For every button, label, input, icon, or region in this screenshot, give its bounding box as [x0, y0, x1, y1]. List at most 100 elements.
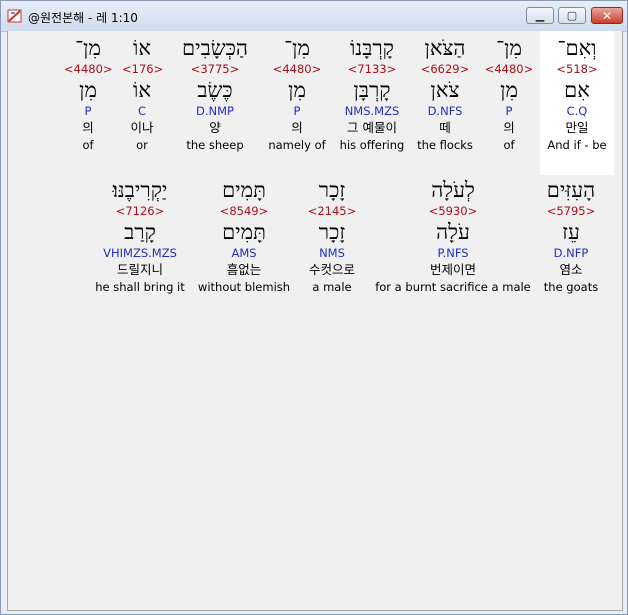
english-gloss: of	[503, 138, 515, 152]
word-column[interactable]: מִן־ <4480> מִן P 의 namely of	[264, 35, 330, 153]
word-column[interactable]: תָּמִים <8549> תָּמִים AMS 흠없는 without b…	[194, 177, 294, 295]
strong-number[interactable]: <176>	[122, 61, 163, 77]
english-gloss: namely of	[268, 138, 326, 152]
word-column[interactable]: זָכָר <2145> זָכָר NMS 수컷으로 a male	[300, 177, 364, 295]
word-column[interactable]: וְאִם־ <518> אִם C.Q 만일 And if - be	[540, 31, 614, 175]
morphology-code: P	[505, 104, 513, 118]
hebrew-word: אוֹ	[133, 36, 151, 60]
window-title: @원전본해 - 레 1:10	[28, 11, 138, 25]
lemma: קָרַב	[124, 220, 156, 244]
korean-gloss: 이나	[130, 120, 154, 135]
close-button[interactable]: ✕	[591, 7, 623, 24]
hebrew-word: קָרְבָּנוֹ	[350, 36, 394, 60]
english-gloss: a male	[312, 280, 352, 294]
maximize-button[interactable]: ▢	[558, 7, 586, 24]
word-column[interactable]: הָעִזִּים <5795> עֵז D.NFP 염소 the goats	[536, 177, 606, 295]
minimize-button[interactable]: ▁	[526, 7, 554, 24]
korean-gloss: 수컷으로	[308, 262, 355, 277]
morphology-code: C	[137, 104, 147, 118]
word-column[interactable]: הַכְּשָׂבִים <3775> כֶּשֶׂב D.NMP 양 the …	[176, 35, 254, 153]
english-gloss: his offering	[339, 138, 405, 152]
lemma: תָּמִים	[222, 220, 266, 244]
morphology-code: C.Q	[566, 104, 588, 118]
hebrew-word: תָּמִים	[222, 178, 266, 202]
lemma: מִן	[288, 78, 306, 102]
interlinear-view[interactable]: וְאִם־ <518> אִם C.Q 만일 And if - be מִן־…	[7, 31, 623, 611]
app-logo-icon	[7, 9, 22, 23]
strong-number[interactable]: <7133>	[334, 61, 410, 77]
strong-number[interactable]: <4480>	[482, 61, 536, 77]
english-gloss: without blemish	[197, 280, 291, 294]
korean-gloss: 떼	[439, 120, 451, 135]
strong-number[interactable]: <8549>	[194, 203, 294, 219]
app-window: @원전본해 - 레 1:10 ▁ ▢ ✕ וְאִם־ <518> אִם C.…	[0, 0, 628, 615]
morphology-code: D.NFP	[553, 246, 589, 260]
strong-number[interactable]: <5930>	[372, 203, 534, 219]
korean-gloss: 염소	[559, 262, 583, 277]
korean-gloss: 그 예물이	[347, 120, 397, 135]
hebrew-word: הָעִזִּים	[546, 178, 596, 202]
hebrew-word: וְאִם־	[557, 36, 597, 60]
title-bar[interactable]: @원전본해 - 레 1:10 ▁ ▢ ✕	[1, 1, 627, 32]
strong-number[interactable]: <5795>	[536, 203, 606, 219]
korean-gloss: 의	[82, 120, 94, 135]
strong-number[interactable]: <4480>	[64, 61, 113, 77]
korean-gloss: 만일	[565, 120, 589, 135]
english-gloss: he shall bring it	[95, 280, 185, 294]
morphology-code: NMS.MZS	[344, 104, 400, 118]
strong-number[interactable]: <6629>	[410, 61, 480, 77]
strong-number[interactable]: <2145>	[300, 203, 364, 219]
strong-number[interactable]: <7126>	[92, 203, 188, 219]
lemma: אִם	[564, 78, 590, 102]
korean-gloss: 양	[209, 120, 221, 135]
lemma: קָרְבָּן	[353, 78, 391, 102]
morphology-code: D.NFS	[427, 104, 463, 118]
english-gloss: of	[82, 138, 94, 152]
hebrew-word: זָכָר	[318, 178, 346, 202]
close-icon: ✕	[601, 8, 613, 23]
korean-gloss: 드릴지니	[116, 262, 163, 277]
strong-number[interactable]: <4480>	[264, 61, 330, 77]
lemma: כֶּשֶׂב	[197, 78, 233, 102]
lemma: זָכָר	[318, 220, 346, 244]
english-gloss: or	[136, 138, 148, 152]
hebrew-word: לְעֹלָה	[431, 178, 475, 202]
morphology-code: D.NMP	[196, 104, 234, 118]
hebrew-word: הַכְּשָׂבִים	[182, 36, 248, 60]
morphology-code: NMS	[319, 246, 345, 260]
lemma: מִן	[79, 78, 97, 102]
lemma: אוֹ	[133, 78, 151, 102]
korean-gloss: 의	[503, 120, 515, 135]
minimize-icon: ▁	[535, 9, 545, 22]
korean-gloss: 번제이면	[429, 262, 476, 277]
strong-number[interactable]: <3775>	[176, 61, 254, 77]
hebrew-word: מִן־	[75, 36, 101, 60]
word-column[interactable]: יַקְרִיבֶנּוּ׃ <7126> קָרַב VHIMZS.MZS 드…	[92, 177, 188, 295]
lemma: עֵז	[562, 220, 580, 244]
word-column[interactable]: הַצֹּאן <6629> צֹאן D.NFS 떼 the flocks	[410, 35, 480, 153]
hebrew-word: יַקְרִיבֶנּוּ׃	[112, 178, 168, 202]
morphology-code: P.NFS	[437, 246, 469, 260]
hebrew-word: מִן־	[496, 36, 522, 60]
word-column[interactable]: מִן־ <4480> מִן P 의 of	[64, 35, 113, 153]
english-gloss: for a burnt sacrifice a male	[375, 280, 531, 294]
lemma: מִן	[500, 78, 518, 102]
morphology-code: P	[293, 104, 301, 118]
word-column[interactable]: מִן־ <4480> מִן P 의 of	[482, 35, 536, 153]
morphology-code: AMS	[231, 246, 257, 260]
hebrew-word: מִן־	[284, 36, 310, 60]
lemma: עֹלָה	[436, 220, 470, 244]
english-gloss: the sheep	[186, 138, 244, 152]
word-column[interactable]: קָרְבָּנוֹ <7133> קָרְבָּן NMS.MZS 그 예물이…	[334, 35, 410, 153]
word-column[interactable]: לְעֹלָה <5930> עֹלָה P.NFS 번제이면 for a bu…	[372, 177, 534, 295]
korean-gloss: 흠없는	[226, 262, 262, 277]
english-gloss: And if - be	[547, 138, 607, 152]
maximize-icon: ▢	[566, 9, 578, 22]
word-column[interactable]: אוֹ <176> אוֹ C 이나 or	[122, 35, 163, 153]
hebrew-word: הַצֹּאן	[424, 36, 466, 60]
english-gloss: the goats	[543, 280, 599, 294]
lemma: צֹאן	[430, 78, 460, 102]
korean-gloss: 의	[291, 120, 303, 135]
morphology-code: VHIMZS.MZS	[103, 246, 177, 260]
strong-number[interactable]: <518>	[540, 61, 614, 77]
